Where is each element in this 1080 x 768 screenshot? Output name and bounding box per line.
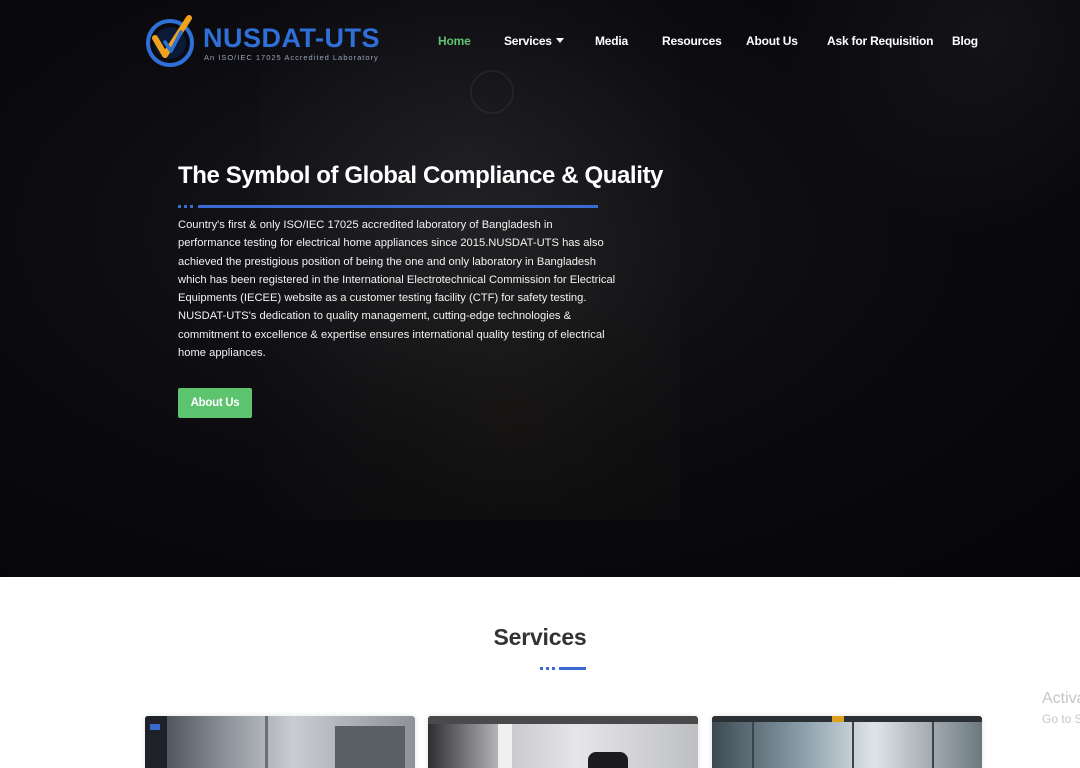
windows-activation-watermark-sub: Go to Se [1042, 712, 1080, 726]
caret-down-icon [555, 38, 564, 43]
service-card-facility[interactable] [712, 716, 982, 768]
hero-title: The Symbol of Global Compliance & Qualit… [178, 162, 663, 189]
checkmark-logo-icon [146, 15, 194, 67]
hero-description: Country's first & only ISO/IEC 17025 acc… [178, 219, 616, 360]
nav-item-about-us[interactable]: About Us [746, 34, 798, 48]
gear-icon [470, 70, 514, 114]
service-card-test-chamber[interactable] [428, 716, 698, 768]
test-chamber-image [498, 724, 512, 768]
windows-activation-watermark: Activa [1042, 690, 1080, 707]
nav-item-blog[interactable]: Blog [952, 34, 978, 48]
site-logo[interactable]: NUSDAT-UTS An ISO/IEC 17025 Accredited L… [145, 13, 380, 69]
nav-item-services[interactable]: Services [504, 34, 564, 48]
nav-item-home[interactable]: Home [438, 34, 471, 48]
about-us-button[interactable]: About Us [178, 388, 252, 418]
nav-item-resources[interactable]: Resources [662, 34, 722, 48]
nav-item-services-label: Services [504, 34, 552, 48]
logo-tagline: An ISO/IEC 17025 Accredited Laboratory [204, 53, 379, 62]
logo-name: NUSDAT-UTS [203, 23, 380, 53]
hero-section: NUSDAT-UTS An ISO/IEC 17025 Accredited L… [0, 0, 1080, 577]
services-title: Services [493, 624, 587, 650]
service-card-lab-equipment[interactable] [145, 716, 415, 768]
hero-title-divider [178, 205, 598, 209]
services-title-divider [540, 667, 586, 670]
nav-item-ask-for-requisition[interactable]: Ask for Requisition [827, 34, 933, 48]
nav-item-media[interactable]: Media [595, 34, 628, 48]
